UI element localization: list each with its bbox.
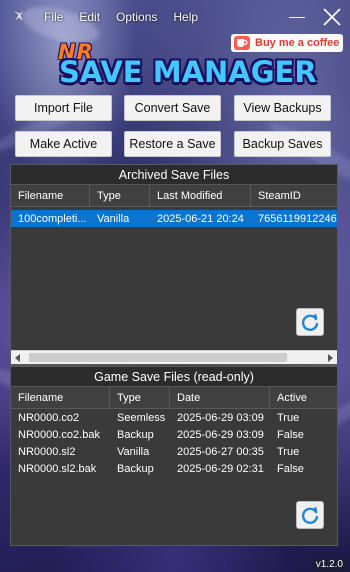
column-header-date[interactable]: Date [170,387,270,408]
archived-table-header: Filename Type Last Modified SteamID [11,185,337,207]
scroll-right-icon[interactable] [328,354,333,362]
cell-active: True [277,445,300,458]
cell-filename: NR0000.co2.bak [18,428,100,441]
menu-bar: File Edit Options Help [44,10,214,24]
refresh-icon [301,506,319,524]
scrollbar-thumb[interactable] [29,353,287,362]
cell-type: Backup [117,462,154,475]
cell-type: Backup [117,428,154,441]
column-header-active[interactable]: Active [270,387,337,408]
menu-help[interactable]: Help [173,10,198,24]
cell-filename: NR0000.co2 [18,411,80,424]
cell-type: Vanilla [117,445,150,458]
archived-save-files-panel: Archived Save Files Filename Type Last M… [10,164,338,365]
buy-me-a-coffee-button[interactable]: Buy me a coffee [231,34,343,52]
table-row[interactable]: NR0000.co2.bak Backup 2025-06-29 03:09 F… [11,426,337,443]
cell-date: 2025-06-29 02:31 [177,462,264,475]
coffee-cup-icon [234,36,250,50]
make-active-button[interactable]: Make Active [15,131,112,157]
column-header-steamid[interactable]: SteamID [251,185,337,206]
minimize-icon[interactable] [289,17,305,18]
archived-refresh-button[interactable] [296,308,324,336]
coffee-label: Buy me a coffee [255,37,340,49]
cell-active: False [277,462,304,475]
cell-date: 2025-06-29 03:09 [177,428,264,441]
backup-saves-button[interactable]: Backup Saves [234,131,331,157]
cell-filename: 100completi... [18,212,87,225]
close-icon[interactable] [322,7,342,27]
column-header-filename[interactable]: Filename [11,185,90,206]
game-table-header: Filename Type Date Active [11,387,337,409]
column-header-filename[interactable]: Filename [11,387,110,408]
column-header-last-modified[interactable]: Last Modified [150,185,251,206]
column-header-type[interactable]: Type [90,185,150,206]
title-bar: File Edit Options Help [0,0,350,34]
table-row[interactable]: 100completi... Vanilla 2025-06-21 20:24 … [11,210,337,227]
menu-file[interactable]: File [44,10,63,24]
cell-steamid: 7656119912246 [258,212,337,225]
column-header-type[interactable]: Type [110,387,170,408]
version-label: v1.2.0 [312,559,346,570]
logo-title: SAVE MANAGER [59,55,317,89]
cell-type: Vanilla [97,212,130,225]
archived-horizontal-scrollbar[interactable] [11,350,337,364]
table-row[interactable]: NR0000.sl2 Vanilla 2025-06-27 00:35 True [11,443,337,460]
menu-options[interactable]: Options [116,10,157,24]
cell-last-modified: 2025-06-21 20:24 [157,212,244,225]
view-backups-button[interactable]: View Backups [234,95,331,121]
cell-active: False [277,428,304,441]
cell-active: True [277,411,300,424]
menu-edit[interactable]: Edit [79,10,100,24]
restore-save-button[interactable]: Restore a Save [124,131,221,157]
cell-date: 2025-06-29 03:09 [177,411,264,424]
archived-panel-title: Archived Save Files [11,165,337,185]
import-file-button[interactable]: Import File [15,95,112,121]
scroll-left-icon[interactable] [15,354,20,362]
cell-filename: NR0000.sl2.bak [18,462,97,475]
game-save-files-panel: Game Save Files (read-only) Filename Typ… [10,366,338,546]
refresh-icon [301,313,319,331]
table-row[interactable]: NR0000.sl2.bak Backup 2025-06-29 02:31 F… [11,460,337,477]
cell-date: 2025-06-27 00:35 [177,445,264,458]
app-icon [11,8,27,24]
cell-filename: NR0000.sl2 [18,445,76,458]
convert-save-button[interactable]: Convert Save [124,95,221,121]
table-row[interactable]: NR0000.co2 Seemless 2025-06-29 03:09 Tru… [11,409,337,426]
game-panel-title: Game Save Files (read-only) [11,367,337,387]
game-refresh-button[interactable] [296,501,324,529]
cell-type: Seemless [117,411,166,424]
